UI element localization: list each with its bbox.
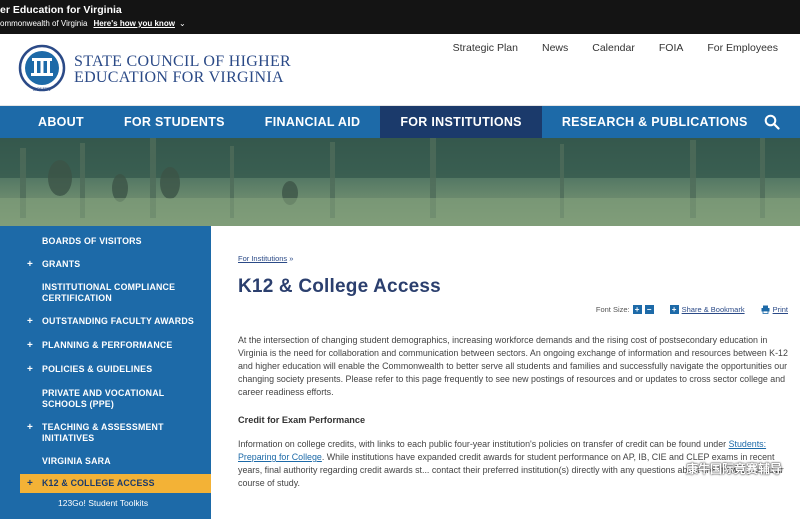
util-nav-for-employees[interactable]: For Employees (707, 42, 778, 54)
gov-banner: er Education for Virginia ommonwealth of… (0, 0, 800, 34)
sidebar-item-planning-performance[interactable]: + PLANNING & PERFORMANCE (0, 340, 211, 351)
expand-plus-icon[interactable]: + (27, 259, 33, 270)
sidebar-item-virginia-sara[interactable]: VIRGINIA SARA (0, 456, 211, 467)
site-header: SCHEV STATE COUNCIL OF HIGHER EDUCATION … (0, 34, 800, 106)
watermark-overlay: 康牛国际竞赛辅导 (685, 462, 782, 476)
page-title: K12 & College Access (238, 276, 441, 297)
utility-nav: Strategic Plan News Calendar FOIA For Em… (453, 42, 778, 54)
schev-seal-logo[interactable]: SCHEV (18, 44, 66, 94)
search-icon[interactable] (764, 114, 780, 130)
sidebar-item-k12-college-access[interactable]: + K12 & COLLEGE ACCESS (20, 474, 211, 493)
font-increase-icon[interactable]: + (632, 305, 642, 314)
heres-how-you-know-link[interactable]: Here's how you know (93, 19, 174, 28)
nav-financial-aid[interactable]: FINANCIAL AID (245, 106, 381, 138)
util-nav-news[interactable]: News (542, 42, 568, 54)
breadcrumb: For Institutions » (238, 254, 294, 263)
page-tools: Font Size: + − + Share & Bookmark Print (596, 305, 788, 314)
svg-text:SCHEV: SCHEV (33, 87, 52, 93)
page-body: BOARDS OF VISITORS + GRANTS INSTITUTIONA… (0, 226, 800, 519)
font-size-label: Font Size: (595, 305, 630, 314)
sidebar-item-teaching-assessment[interactable]: + TEACHING & ASSESSMENT INITIATIVES (0, 422, 211, 444)
sidebar-item-boards-of-visitors[interactable]: BOARDS OF VISITORS (0, 236, 211, 247)
share-plus-icon[interactable]: + (669, 305, 679, 314)
hero-banner-image (0, 138, 800, 226)
chevron-down-icon[interactable]: ⌄ (179, 19, 186, 28)
main-nav: ABOUT FOR STUDENTS FINANCIAL AID FOR INS… (0, 106, 800, 138)
sidebar-item-private-vocational-schools[interactable]: PRIVATE AND VOCATIONAL SCHOOLS (PPE) (0, 388, 211, 410)
intro-paragraph: At the intersection of changing student … (238, 335, 788, 397)
sidebar-item-policies-guidelines[interactable]: + POLICIES & GUIDELINES (0, 364, 211, 375)
sidebar-item-institutional-compliance[interactable]: INSTITUTIONAL COMPLIANCE CERTIFICATION (0, 282, 211, 304)
print-icon[interactable] (761, 305, 770, 314)
nav-research-publications[interactable]: RESEARCH & PUBLICATIONS (542, 106, 768, 138)
expand-plus-icon[interactable]: + (27, 364, 33, 375)
sidebar-nav: BOARDS OF VISITORS + GRANTS INSTITUTIONA… (0, 226, 211, 519)
campus-photo (0, 138, 800, 226)
expand-plus-icon[interactable]: + (27, 474, 33, 493)
expand-plus-icon[interactable]: + (27, 316, 33, 327)
sidebar-subitem-123go-student-toolkits[interactable]: 123Go! Student Toolkits (0, 498, 211, 508)
util-nav-calendar[interactable]: Calendar (592, 42, 635, 54)
share-bookmark-link[interactable]: Share & Bookmark (682, 305, 745, 314)
sidebar-item-grants[interactable]: + GRANTS (0, 259, 211, 270)
util-nav-foia[interactable]: FOIA (659, 42, 684, 54)
section-heading-credit-exam: Credit for Exam Performance (238, 415, 366, 425)
organization-name[interactable]: STATE COUNCIL OF HIGHER EDUCATION FOR VI… (74, 54, 291, 86)
nav-for-institutions[interactable]: FOR INSTITUTIONS (380, 106, 542, 138)
gov-banner-official: ommonwealth of Virginia Here's how you kn… (0, 19, 186, 28)
util-nav-strategic-plan[interactable]: Strategic Plan (453, 42, 518, 54)
font-decrease-icon[interactable]: − (644, 305, 654, 314)
expand-plus-icon[interactable]: + (27, 340, 33, 351)
gov-banner-title: er Education for Virginia (0, 4, 122, 16)
nav-for-students[interactable]: FOR STUDENTS (104, 106, 245, 138)
nav-about[interactable]: ABOUT (0, 106, 104, 138)
breadcrumb-for-institutions[interactable]: For Institutions (238, 254, 287, 263)
sidebar-item-outstanding-faculty-awards[interactable]: + OUTSTANDING FACULTY AWARDS (0, 316, 211, 327)
expand-plus-icon[interactable]: + (27, 422, 33, 433)
print-link[interactable]: Print (773, 305, 788, 314)
